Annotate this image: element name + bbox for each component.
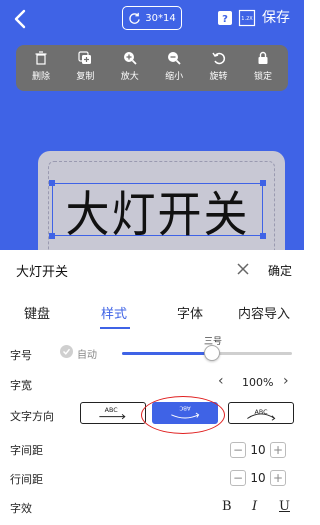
bold-button[interactable]: B xyxy=(222,499,232,514)
char-spacing-stepper: − 10 + xyxy=(230,440,290,460)
resize-handle[interactable] xyxy=(260,233,266,239)
text-edit-panel: 确定 键盘 样式 字体 内容导入 字号 自动 三号 字宽 ‹ 100% › 文字… xyxy=(0,250,304,525)
svg-text:ABC: ABC xyxy=(105,407,119,414)
font-size-label: 字号 xyxy=(10,349,32,362)
text-direction-label: 文字方向 xyxy=(10,410,54,423)
minus-button[interactable]: − xyxy=(230,470,246,486)
font-width-label: 字宽 xyxy=(10,379,32,392)
italic-button[interactable]: I xyxy=(252,499,257,514)
delete-button[interactable]: 删除 xyxy=(24,51,58,91)
tab-style[interactable]: 样式 xyxy=(101,303,127,322)
label-size-text: 30*14 xyxy=(145,12,176,24)
char-spacing-value: 10 xyxy=(250,443,266,457)
lock-button[interactable]: 锁定 xyxy=(246,51,280,91)
active-tab-indicator xyxy=(100,327,130,329)
zoom-in-icon xyxy=(123,52,137,65)
arc-up-direction-icon: ABC xyxy=(247,409,276,421)
label-preview: 大灯开关 xyxy=(38,151,285,250)
tab-content-import[interactable]: 内容导入 xyxy=(238,303,290,322)
plus-button[interactable]: + xyxy=(270,470,286,486)
selected-text-element[interactable]: 大灯开关 xyxy=(52,183,263,243)
rotate-button[interactable]: 旋转 xyxy=(202,51,236,91)
direction-arc-up-button[interactable]: ABC xyxy=(228,402,294,424)
label-size-button[interactable]: 30*14 xyxy=(122,6,182,30)
text-content-input[interactable] xyxy=(8,256,254,284)
resize-handle[interactable] xyxy=(260,180,266,186)
trash-icon xyxy=(35,51,47,65)
edit-toolbar: 删除 复制 放大 缩小 旋转 锁定 xyxy=(16,45,288,91)
text-effect-label: 字效 xyxy=(10,502,32,515)
canvas-area: 删除 复制 放大 缩小 旋转 锁定 大灯开关 xyxy=(0,37,304,250)
tab-font[interactable]: 字体 xyxy=(177,303,203,322)
zoom-out-button[interactable]: 缩小 xyxy=(157,51,191,91)
zoom-in-button[interactable]: 放大 xyxy=(113,51,147,91)
font-width-value: 100% xyxy=(242,376,274,389)
slider-fill xyxy=(122,352,213,355)
chevron-left-icon[interactable]: ‹ xyxy=(218,373,224,389)
back-arrow-icon[interactable] xyxy=(10,8,32,30)
help-icon[interactable]: ? xyxy=(216,9,234,27)
horizontal-direction-icon: ABC xyxy=(99,407,126,420)
save-button[interactable]: 保存 xyxy=(262,9,290,27)
text-input-row: 确定 xyxy=(0,250,304,290)
scale-icon[interactable]: 1.2X xyxy=(238,9,256,27)
minus-button[interactable]: − xyxy=(230,442,246,458)
clear-icon[interactable] xyxy=(236,262,250,276)
zoom-out-icon xyxy=(168,52,181,65)
confirm-button[interactable]: 确定 xyxy=(268,262,292,279)
label-text: 大灯开关 xyxy=(65,186,250,243)
font-size-slider[interactable] xyxy=(122,345,292,361)
line-spacing-label: 行间距 xyxy=(10,473,43,486)
resize-handle[interactable] xyxy=(49,233,55,239)
line-spacing-stepper: − 10 + xyxy=(230,468,290,488)
check-icon xyxy=(63,348,71,355)
highlight-ring xyxy=(141,396,225,434)
plus-button[interactable]: + xyxy=(270,442,286,458)
char-spacing-label: 字间距 xyxy=(10,444,43,457)
direction-horizontal-button[interactable]: ABC xyxy=(80,402,146,424)
top-bar: 30*14 ? 1.2X 保存 xyxy=(0,0,304,37)
underline-button[interactable]: U xyxy=(279,499,290,514)
copy-button[interactable]: 复制 xyxy=(68,51,102,91)
svg-text:?: ? xyxy=(222,14,228,25)
tab-keyboard[interactable]: 键盘 xyxy=(24,303,50,322)
resize-handle[interactable] xyxy=(49,180,55,186)
refresh-icon xyxy=(129,12,141,24)
slider-thumb[interactable] xyxy=(204,345,221,361)
lock-icon xyxy=(258,51,268,64)
chevron-right-icon[interactable]: › xyxy=(283,373,289,389)
line-spacing-value: 10 xyxy=(250,471,266,485)
svg-text:1.2X: 1.2X xyxy=(241,16,253,22)
auto-size-label: 自动 xyxy=(77,350,97,361)
auto-size-checkbox[interactable] xyxy=(60,345,73,358)
copy-icon xyxy=(78,51,92,64)
tab-bar: 键盘 样式 字体 内容导入 xyxy=(0,303,304,329)
rotate-icon xyxy=(211,52,225,65)
